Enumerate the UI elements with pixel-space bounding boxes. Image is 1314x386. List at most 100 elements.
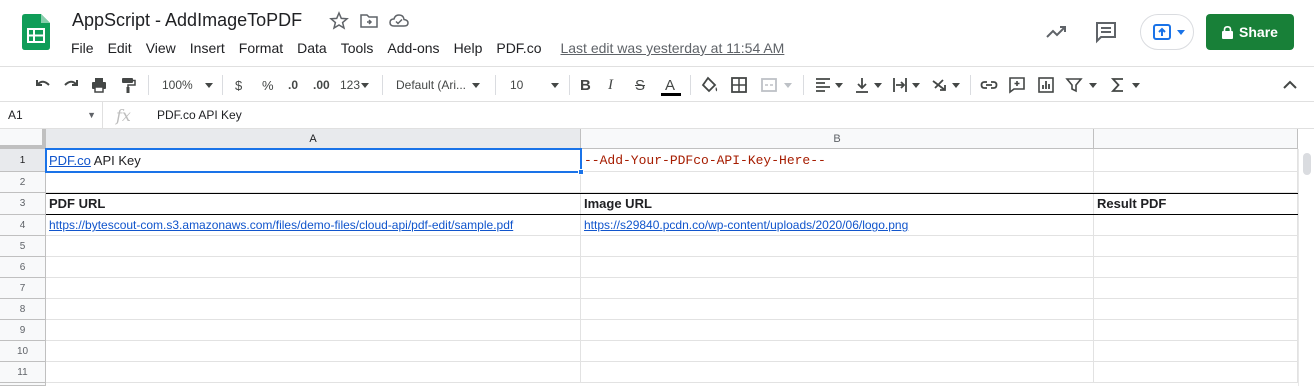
present-button[interactable] [1140, 14, 1194, 50]
cell-c1[interactable] [1094, 149, 1298, 172]
cell-a8[interactable] [46, 299, 581, 320]
cell-b3[interactable]: Image URL [581, 193, 1094, 215]
menu-pdfco[interactable]: PDF.co [489, 38, 548, 58]
share-button[interactable]: Share [1206, 14, 1294, 50]
menu-format[interactable]: Format [232, 38, 290, 58]
text-wrapping-button[interactable] [891, 75, 920, 95]
last-edit-link[interactable]: Last edit was yesterday at 11:54 AM [560, 40, 784, 56]
select-all-corner[interactable] [0, 129, 46, 149]
menu-insert[interactable]: Insert [183, 38, 232, 58]
row-header[interactable]: 10 [0, 341, 46, 362]
cell-b11[interactable] [581, 362, 1094, 383]
move-to-folder-icon[interactable] [359, 11, 379, 31]
trending-up-icon[interactable] [1044, 20, 1068, 44]
text-rotation-button[interactable] [931, 75, 960, 95]
bold-button[interactable]: B [580, 75, 591, 95]
insert-link-button[interactable] [980, 75, 998, 95]
cell-b7[interactable] [581, 278, 1094, 299]
menu-view[interactable]: View [139, 38, 183, 58]
redo-button[interactable] [62, 75, 80, 95]
cell-b5[interactable] [581, 236, 1094, 257]
row-header[interactable]: 6 [0, 257, 46, 278]
menu-help[interactable]: Help [447, 38, 490, 58]
star-icon[interactable] [329, 11, 349, 31]
cell-b9[interactable] [581, 320, 1094, 341]
row-header[interactable]: 3 [0, 193, 46, 215]
formula-input[interactable]: PDF.co API Key [157, 102, 242, 129]
row-header[interactable]: 1 [0, 149, 46, 172]
fill-color-button[interactable] [701, 75, 719, 95]
decrease-decimal-button[interactable]: .0 [288, 75, 298, 95]
cell-b1[interactable]: --Add-Your-PDFco-API-Key-Here-- [581, 149, 1094, 172]
filter-button[interactable] [1065, 75, 1097, 95]
cloud-saved-icon[interactable] [389, 11, 409, 31]
column-header-a[interactable]: A [46, 129, 581, 149]
cell-a11[interactable] [46, 362, 581, 383]
menu-tools[interactable]: Tools [334, 38, 381, 58]
cell-a3[interactable]: PDF URL [46, 193, 581, 215]
cell-a4[interactable]: https://bytescout-com.s3.amazonaws.com/f… [46, 215, 581, 236]
menu-file[interactable]: File [64, 38, 101, 58]
horizontal-align-button[interactable] [814, 75, 843, 95]
font-size-select[interactable]: 10 [510, 75, 560, 95]
row-header[interactable]: 8 [0, 299, 46, 320]
row-header[interactable]: 11 [0, 362, 46, 383]
comments-icon[interactable] [1094, 20, 1118, 44]
functions-button[interactable] [1110, 75, 1140, 95]
italic-button[interactable]: I [608, 75, 613, 95]
cell-a2[interactable] [46, 172, 581, 193]
column-header-c[interactable] [1094, 129, 1298, 149]
cell-b8[interactable] [581, 299, 1094, 320]
collapse-toolbar-button[interactable] [1283, 75, 1297, 95]
cell-a5[interactable] [46, 236, 581, 257]
cell-b10[interactable] [581, 341, 1094, 362]
scrollbar-thumb[interactable] [1303, 153, 1311, 175]
row-header[interactable]: 4 [0, 215, 46, 236]
cell-b6[interactable] [581, 257, 1094, 278]
paint-format-button[interactable] [119, 75, 137, 95]
cell-c8[interactable] [1094, 299, 1298, 320]
percent-format-button[interactable]: % [262, 75, 274, 95]
font-family-select[interactable]: Default (Ari... [396, 75, 486, 95]
row-header[interactable]: 5 [0, 236, 46, 257]
column-header-b[interactable]: B [581, 129, 1094, 149]
cell-c9[interactable] [1094, 320, 1298, 341]
cell-a10[interactable] [46, 341, 581, 362]
borders-button[interactable] [730, 75, 748, 95]
cell-a6[interactable] [46, 257, 581, 278]
document-title[interactable]: AppScript - AddImageToPDF [72, 10, 302, 31]
row-header[interactable]: 9 [0, 320, 46, 341]
cell-a7[interactable] [46, 278, 581, 299]
cell-c5[interactable] [1094, 236, 1298, 257]
currency-format-button[interactable]: $ [235, 75, 242, 95]
more-formats-button[interactable]: 123 [340, 75, 370, 95]
menu-addons[interactable]: Add-ons [380, 38, 446, 58]
fill-handle[interactable] [578, 169, 584, 175]
cell-c6[interactable] [1094, 257, 1298, 278]
menu-edit[interactable]: Edit [101, 38, 139, 58]
cell-b4[interactable]: https://s29840.pcdn.co/wp-content/upload… [581, 215, 1094, 236]
cell-c3[interactable]: Result PDF [1094, 193, 1298, 215]
cell-c7[interactable] [1094, 278, 1298, 299]
pdf-url-link[interactable]: https://bytescout-com.s3.amazonaws.com/f… [49, 218, 513, 232]
strikethrough-button[interactable]: S [635, 75, 645, 95]
image-url-link[interactable]: https://s29840.pcdn.co/wp-content/upload… [584, 218, 908, 232]
increase-decimal-button[interactable]: .00 [313, 75, 330, 95]
row-header[interactable]: 7 [0, 278, 46, 299]
row-header[interactable]: 2 [0, 172, 46, 193]
menu-data[interactable]: Data [290, 38, 334, 58]
vertical-align-button[interactable] [853, 75, 882, 95]
zoom-select[interactable]: 100% [162, 75, 214, 95]
cell-b2[interactable] [581, 172, 1094, 193]
sheets-logo-icon[interactable] [22, 14, 50, 50]
insert-chart-button[interactable] [1037, 75, 1055, 95]
undo-button[interactable] [34, 75, 52, 95]
cell-c2[interactable] [1094, 172, 1298, 193]
insert-comment-button[interactable] [1008, 75, 1026, 95]
print-button[interactable] [90, 75, 108, 95]
cell-c11[interactable] [1094, 362, 1298, 383]
cell-a9[interactable] [46, 320, 581, 341]
name-box[interactable]: A1 ▼ [0, 102, 103, 129]
vertical-scrollbar[interactable] [1298, 149, 1314, 386]
cell-c10[interactable] [1094, 341, 1298, 362]
